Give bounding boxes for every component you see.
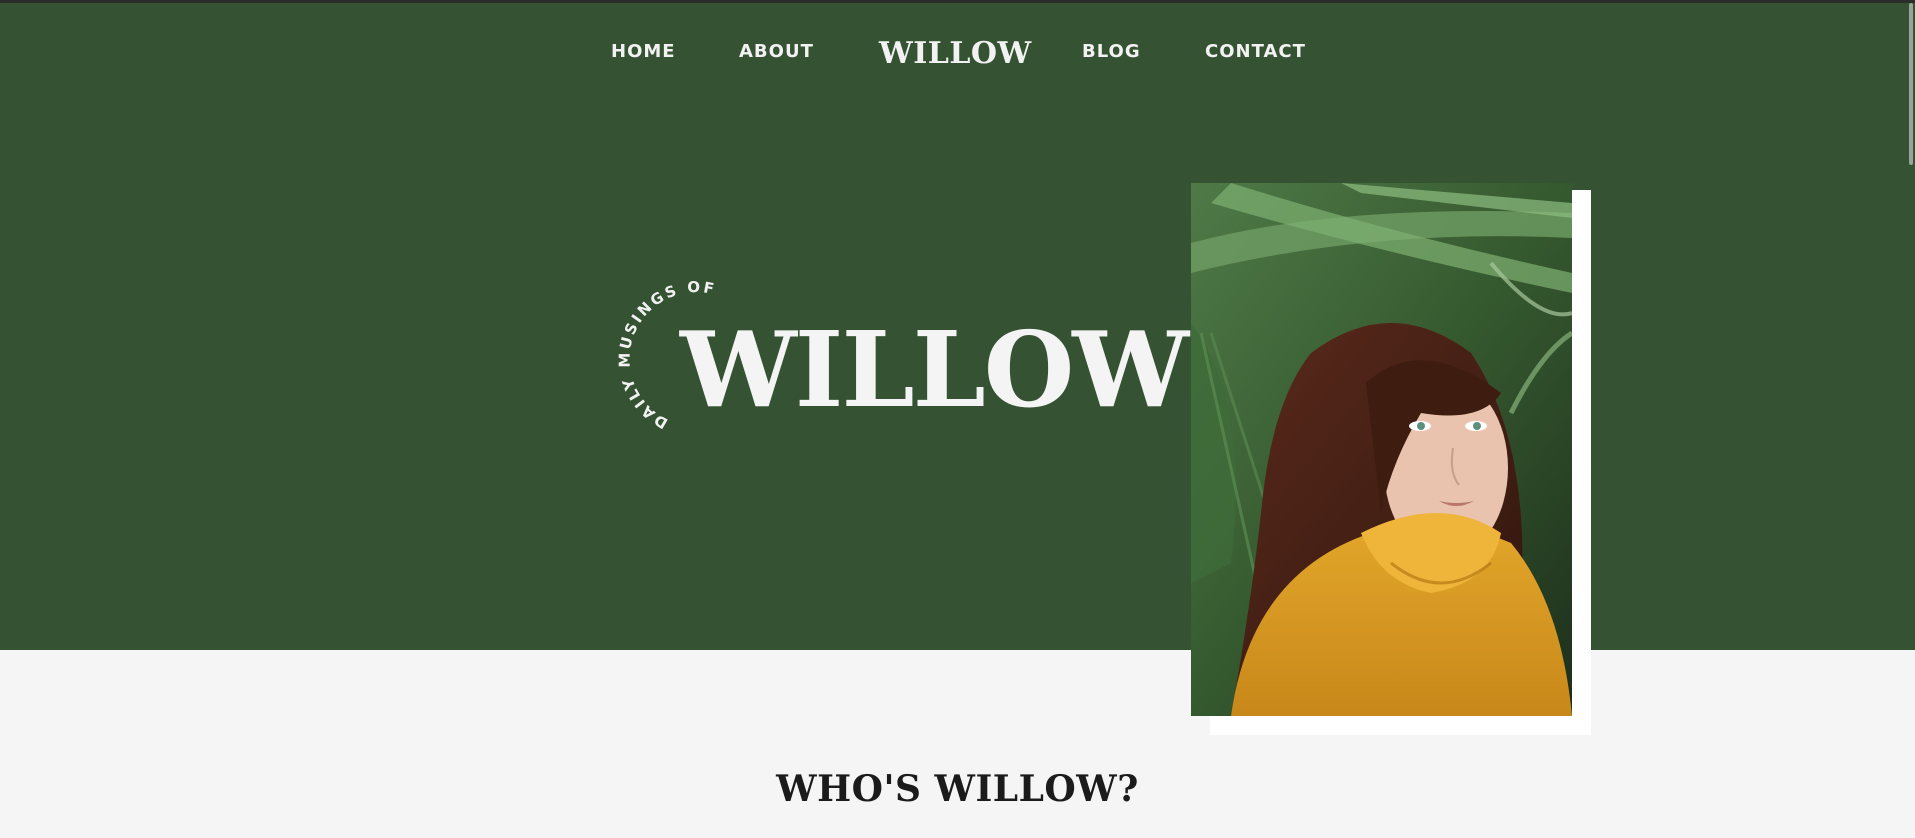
page: HOME ABOUT WILLOW BLOG CONTACT DAILY MUS…	[0, 0, 1915, 838]
nav-logo[interactable]: WILLOW	[879, 36, 1032, 71]
portrait-image	[1191, 183, 1572, 716]
hero-title: WILLOW	[680, 308, 1189, 431]
nav-home-link[interactable]: HOME	[611, 41, 676, 62]
nav-contact-link[interactable]: CONTACT	[1205, 41, 1306, 62]
nav-about-link[interactable]: ABOUT	[739, 41, 814, 62]
portrait-photo	[1191, 183, 1572, 716]
nav-blog-link[interactable]: BLOG	[1082, 41, 1141, 62]
section-title: WHO'S WILLOW?	[776, 768, 1139, 810]
scrollbar-thumb[interactable]	[1909, 3, 1913, 165]
main-nav: HOME ABOUT WILLOW BLOG CONTACT	[0, 36, 1915, 71]
